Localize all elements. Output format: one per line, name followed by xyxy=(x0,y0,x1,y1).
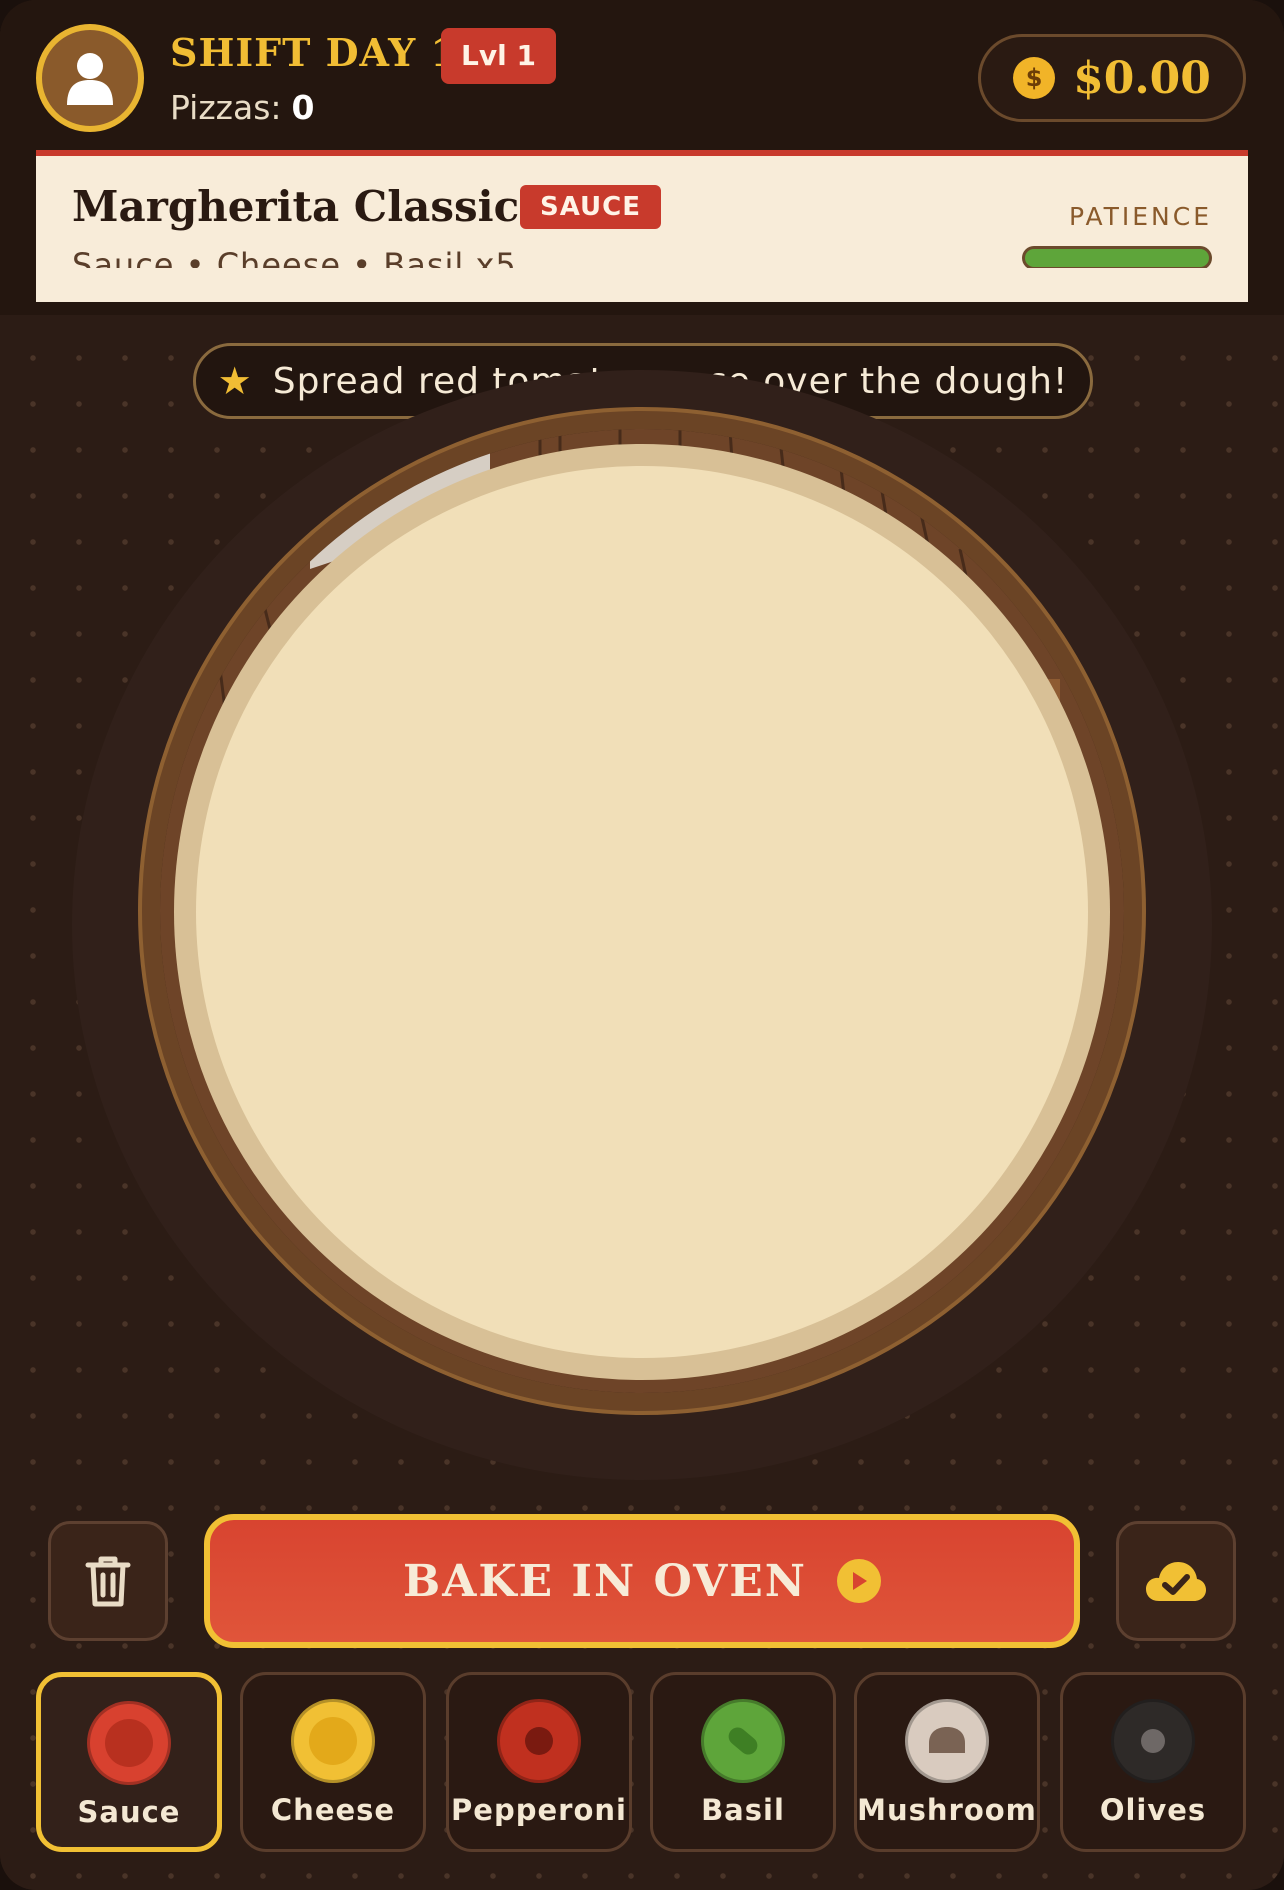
avatar[interactable] xyxy=(36,24,144,132)
user-icon xyxy=(67,53,113,105)
game-screen: SHIFT DAY 1 Lvl 1 Pizzas: 0 $ $0.00 Margh… xyxy=(0,0,1284,1890)
olives-icon xyxy=(1111,1699,1195,1783)
play-icon xyxy=(837,1559,881,1603)
tool-olives[interactable]: Olives xyxy=(1060,1672,1246,1852)
trash-icon xyxy=(85,1556,131,1607)
cheese-icon xyxy=(291,1699,375,1783)
money-display: $ $0.00 xyxy=(978,34,1246,122)
tool-label: Pepperoni xyxy=(451,1793,627,1827)
tool-label: Basil xyxy=(701,1793,785,1827)
tool-sauce[interactable]: Sauce xyxy=(36,1672,222,1852)
tool-label: Olives xyxy=(1099,1793,1207,1827)
dough-surface[interactable] xyxy=(196,466,1088,1358)
level-badge: Lvl 1 xyxy=(441,28,556,84)
pizzas-count: 0 xyxy=(291,88,315,127)
order-name: Margherita Classica xyxy=(72,182,547,231)
cloud-save-button[interactable] xyxy=(1116,1521,1236,1641)
patience-label: PATIENCE xyxy=(1068,202,1212,231)
tool-label: Sauce xyxy=(77,1795,181,1829)
money-amount: $0.00 xyxy=(1073,52,1211,104)
trash-button[interactable] xyxy=(48,1521,168,1641)
header: SHIFT DAY 1 Lvl 1 Pizzas: 0 $ $0.00 Margh… xyxy=(0,0,1284,315)
basil-icon xyxy=(701,1699,785,1783)
sauce-icon xyxy=(87,1701,171,1785)
tool-mushroom[interactable]: Mushroom xyxy=(854,1672,1040,1852)
order-step-badge: SAUCE xyxy=(520,185,662,229)
bake-button[interactable]: BAKE IN OVEN xyxy=(204,1514,1080,1648)
coin-icon: $ xyxy=(1013,57,1056,99)
shift-title: SHIFT DAY 1 xyxy=(170,30,458,75)
pizza-dough[interactable] xyxy=(174,444,1110,1380)
tool-basil[interactable]: Basil xyxy=(650,1672,836,1852)
star-icon: ★ xyxy=(217,359,253,403)
bake-label: BAKE IN OVEN xyxy=(403,1555,807,1607)
patience-bar xyxy=(1022,246,1212,270)
tool-label: Cheese xyxy=(270,1793,396,1827)
patience-fill xyxy=(1025,249,1209,267)
pizzas-counter: Pizzas: 0 xyxy=(170,88,315,127)
tool-label: Mushroom xyxy=(857,1793,1037,1827)
tool-cheese[interactable]: Cheese xyxy=(240,1672,426,1852)
tool-pepperoni[interactable]: Pepperoni xyxy=(446,1672,632,1852)
pepperoni-icon xyxy=(497,1699,581,1783)
pizzas-label: Pizzas: xyxy=(170,88,282,127)
ticket-torn-edge xyxy=(36,268,1248,298)
mushroom-icon xyxy=(905,1699,989,1783)
cloud-check-icon xyxy=(1146,1562,1206,1601)
